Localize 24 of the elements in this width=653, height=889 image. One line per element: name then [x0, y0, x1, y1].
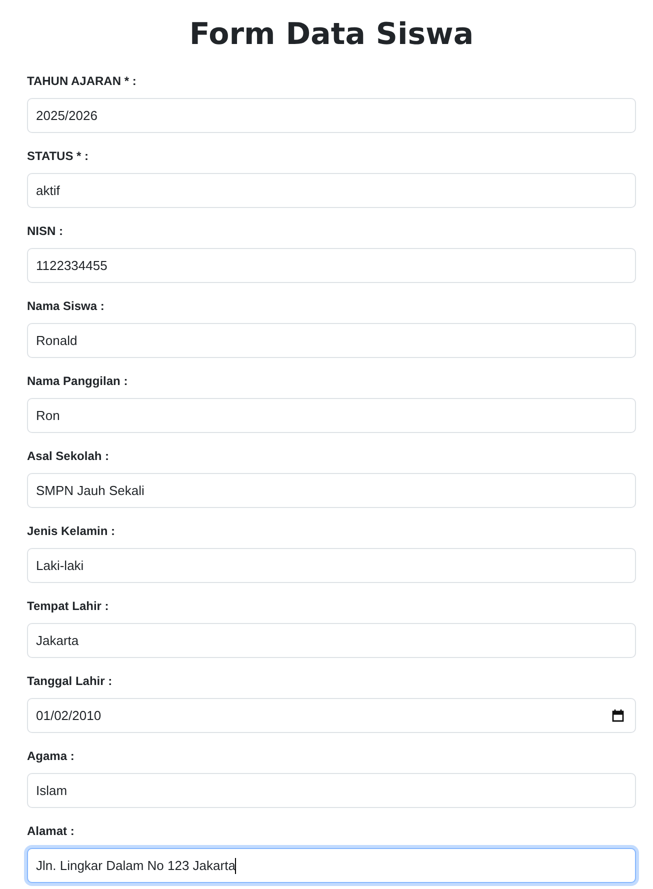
field-label: Jenis Kelamin :: [27, 523, 116, 539]
field-label: Asal Sekolah :: [27, 448, 110, 464]
date-field[interactable]: 01/02/2010: [27, 698, 636, 733]
input-field[interactable]: 1122334455: [27, 248, 636, 283]
form-title: Form Data Siswa: [188, 16, 475, 54]
input-field[interactable]: Laki-laki: [27, 548, 636, 583]
field-label: Alamat :: [27, 823, 76, 839]
field-label: TAHUN AJARAN * :: [27, 73, 138, 89]
field-label: NISN :: [27, 223, 64, 239]
input-field[interactable]: Jln. Lingkar Dalam No 123 Jakarta: [27, 848, 636, 883]
input-field[interactable]: Islam: [27, 773, 636, 808]
field-label: Tanggal Lahir :: [27, 673, 114, 689]
input-field[interactable]: aktif: [27, 173, 636, 208]
input-field[interactable]: Jakarta: [27, 623, 636, 658]
field-label: STATUS * :: [27, 148, 90, 164]
field-label: Agama :: [27, 748, 76, 764]
calendar-icon[interactable]: [612, 709, 624, 722]
field-label: Nama Siswa :: [27, 298, 106, 314]
input-field[interactable]: SMPN Jauh Sekali: [27, 473, 636, 508]
field-label: Tempat Lahir :: [27, 598, 110, 614]
input-field[interactable]: Ronald: [27, 323, 636, 358]
input-field[interactable]: 2025/2026: [27, 98, 636, 133]
input-field[interactable]: Ron: [27, 398, 636, 433]
field-label: Nama Panggilan :: [27, 373, 129, 389]
